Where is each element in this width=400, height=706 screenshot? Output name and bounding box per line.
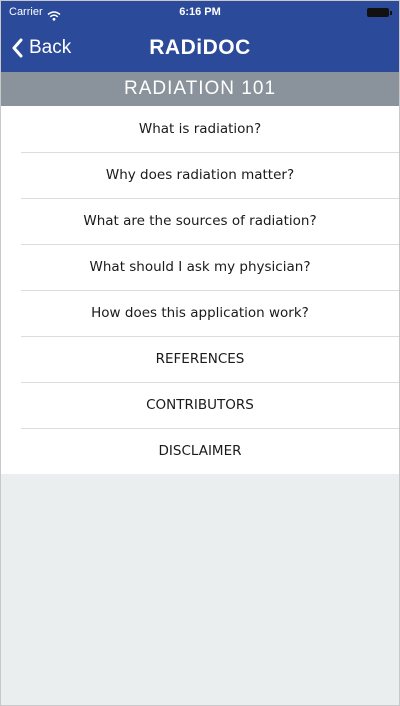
section-title: RADIATION 101: [1, 72, 399, 106]
menu-item-why-radiation-matters[interactable]: Why does radiation matter?: [1, 152, 399, 198]
menu-item-how-app-works[interactable]: How does this application work?: [1, 290, 399, 336]
menu-item-sources-of-radiation[interactable]: What are the sources of radiation?: [1, 198, 399, 244]
menu-item-references[interactable]: REFERENCES: [1, 336, 399, 382]
app-title: RADiDOC: [149, 36, 251, 59]
menu-item-ask-physician[interactable]: What should I ask my physician?: [1, 244, 399, 290]
menu-item-disclaimer[interactable]: DISCLAIMER: [1, 428, 399, 474]
menu-list: What is radiation? Why does radiation ma…: [1, 106, 399, 474]
status-time: 6:16 PM: [179, 6, 221, 18]
app-screen: Carrier 6:16 PM Back RADiDOC RADIATION 1…: [0, 0, 400, 706]
menu-item-contributors[interactable]: CONTRIBUTORS: [1, 382, 399, 428]
battery-icon: [367, 8, 392, 17]
navigation-bar: Back RADiDOC: [1, 23, 399, 72]
header-area: Carrier 6:16 PM Back RADiDOC: [1, 1, 399, 72]
status-bar: Carrier 6:16 PM: [1, 1, 399, 23]
menu-item-what-is-radiation[interactable]: What is radiation?: [1, 106, 399, 152]
